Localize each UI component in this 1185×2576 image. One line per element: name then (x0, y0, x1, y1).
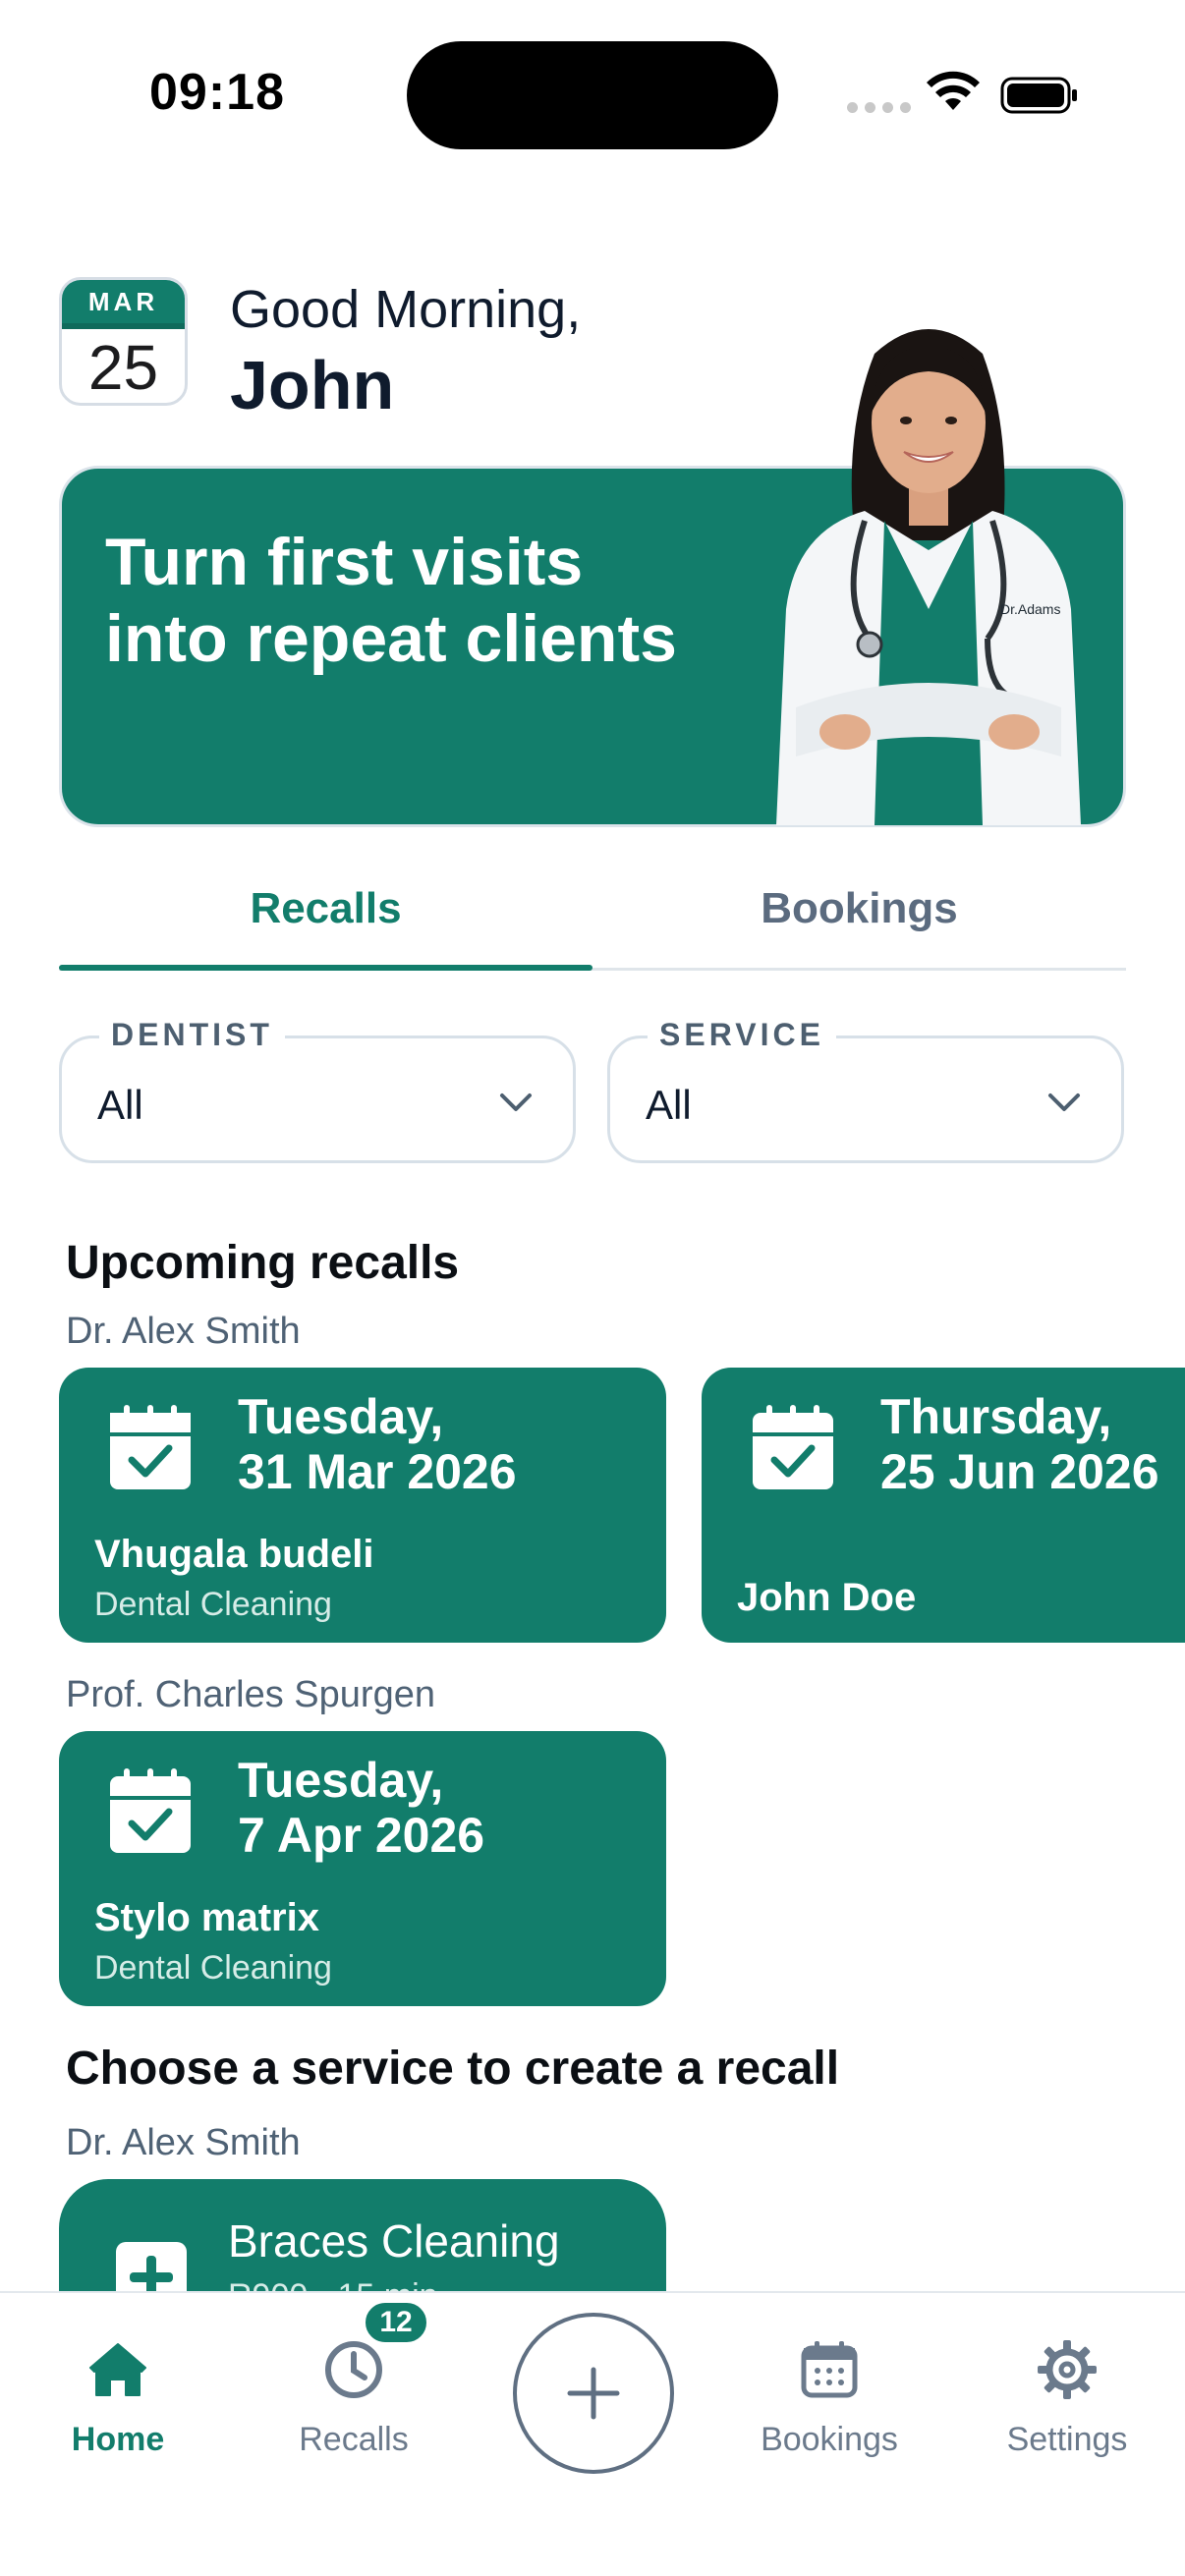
calendar-month: MAR (62, 280, 185, 323)
nav-settings-label: Settings (1006, 2421, 1128, 2458)
greeting-text: Good Morning, (230, 280, 582, 339)
service-filter-value: All (646, 1082, 692, 1128)
recall-date-day: Tuesday, (238, 1389, 444, 1444)
hero-headline: Turn first visits into repeat clients (105, 525, 677, 676)
gear-icon (1038, 2340, 1097, 2399)
calendar-icon (801, 2341, 858, 2398)
doctor-illustration: Dr.Adams (776, 329, 1081, 825)
recall-card[interactable]: Tuesday, 7 Apr 2026 Stylo matrix Dental … (59, 1731, 666, 2006)
calendar-day: 25 (87, 332, 159, 403)
recall-service-name: Dental Cleaning (94, 1949, 332, 1987)
tab-recalls[interactable]: Recalls (59, 865, 592, 971)
dentist-group-name: Dr. Alex Smith (66, 2122, 301, 2163)
status-time: 09:18 (149, 64, 285, 121)
dentist-filter-select[interactable]: DENTIST All (59, 1017, 576, 1163)
service-name: Braces Cleaning (228, 2215, 560, 2267)
recall-date: 31 Mar 2026 (238, 1444, 517, 1499)
services-section-title: Choose a service to create a recall (66, 2043, 840, 2095)
dentist-filter-label: DENTIST (99, 1017, 285, 1053)
calendar-check-icon (753, 1405, 833, 1489)
dynamic-island (407, 41, 778, 149)
chevron-down-icon (500, 1093, 532, 1111)
upcoming-recalls-title: Upcoming recalls (66, 1237, 460, 1289)
recall-patient-name: John Doe (737, 1576, 917, 1619)
dentist-group-name: Prof. Charles Spurgen (66, 1674, 435, 1715)
recall-card[interactable]: Tuesday, 31 Mar 2026 Vhugala budeli Dent… (59, 1368, 666, 1643)
recall-date-day: Thursday, (880, 1389, 1112, 1444)
user-name: John (230, 347, 395, 423)
recall-date-day: Tuesday, (238, 1753, 444, 1808)
dentist-group-name: Dr. Alex Smith (66, 1311, 301, 1352)
nav-home[interactable]: Home (20, 2293, 216, 2490)
doctor-badge-text: Dr.Adams (1000, 601, 1060, 617)
nav-bookings-label: Bookings (761, 2421, 898, 2458)
recall-date: 7 Apr 2026 (238, 1808, 485, 1863)
service-filter-label: SERVICE (648, 1017, 836, 1053)
calendar-check-icon (110, 1768, 191, 1853)
battery-icon (1000, 77, 1077, 114)
chevron-down-icon (1048, 1093, 1080, 1111)
recall-patient-name: Vhugala budeli (94, 1533, 374, 1576)
plus-icon (567, 2367, 620, 2420)
nav-home-label: Home (71, 2421, 165, 2458)
nav-bookings[interactable]: Bookings (731, 2293, 928, 2490)
recall-patient-name: Stylo matrix (94, 1896, 319, 1939)
status-bar: 09:18 (0, 0, 1185, 187)
dentist-filter-value: All (97, 1082, 143, 1128)
cellular-signal-icon (847, 102, 911, 113)
recall-card[interactable]: Thursday, 25 Jun 2026 John Doe (702, 1368, 1185, 1643)
tab-bookings[interactable]: Bookings (592, 865, 1126, 968)
recall-date: 25 Jun 2026 (880, 1444, 1159, 1499)
recalls-count-badge: 12 (362, 2299, 430, 2346)
date-calendar-badge: MAR 25 (59, 277, 188, 406)
nav-settings[interactable]: Settings (969, 2293, 1165, 2490)
calendar-check-icon (110, 1405, 191, 1489)
clock-icon (325, 2341, 382, 2398)
view-tabs: Recalls Bookings (59, 865, 1126, 971)
home-icon (89, 2343, 146, 2396)
wifi-icon (927, 71, 980, 110)
service-filter-select[interactable]: SERVICE All (607, 1017, 1124, 1163)
recall-service-name: Dental Cleaning (94, 1586, 332, 1623)
nav-recalls-label: Recalls (299, 2421, 409, 2458)
add-button[interactable] (513, 2313, 674, 2474)
